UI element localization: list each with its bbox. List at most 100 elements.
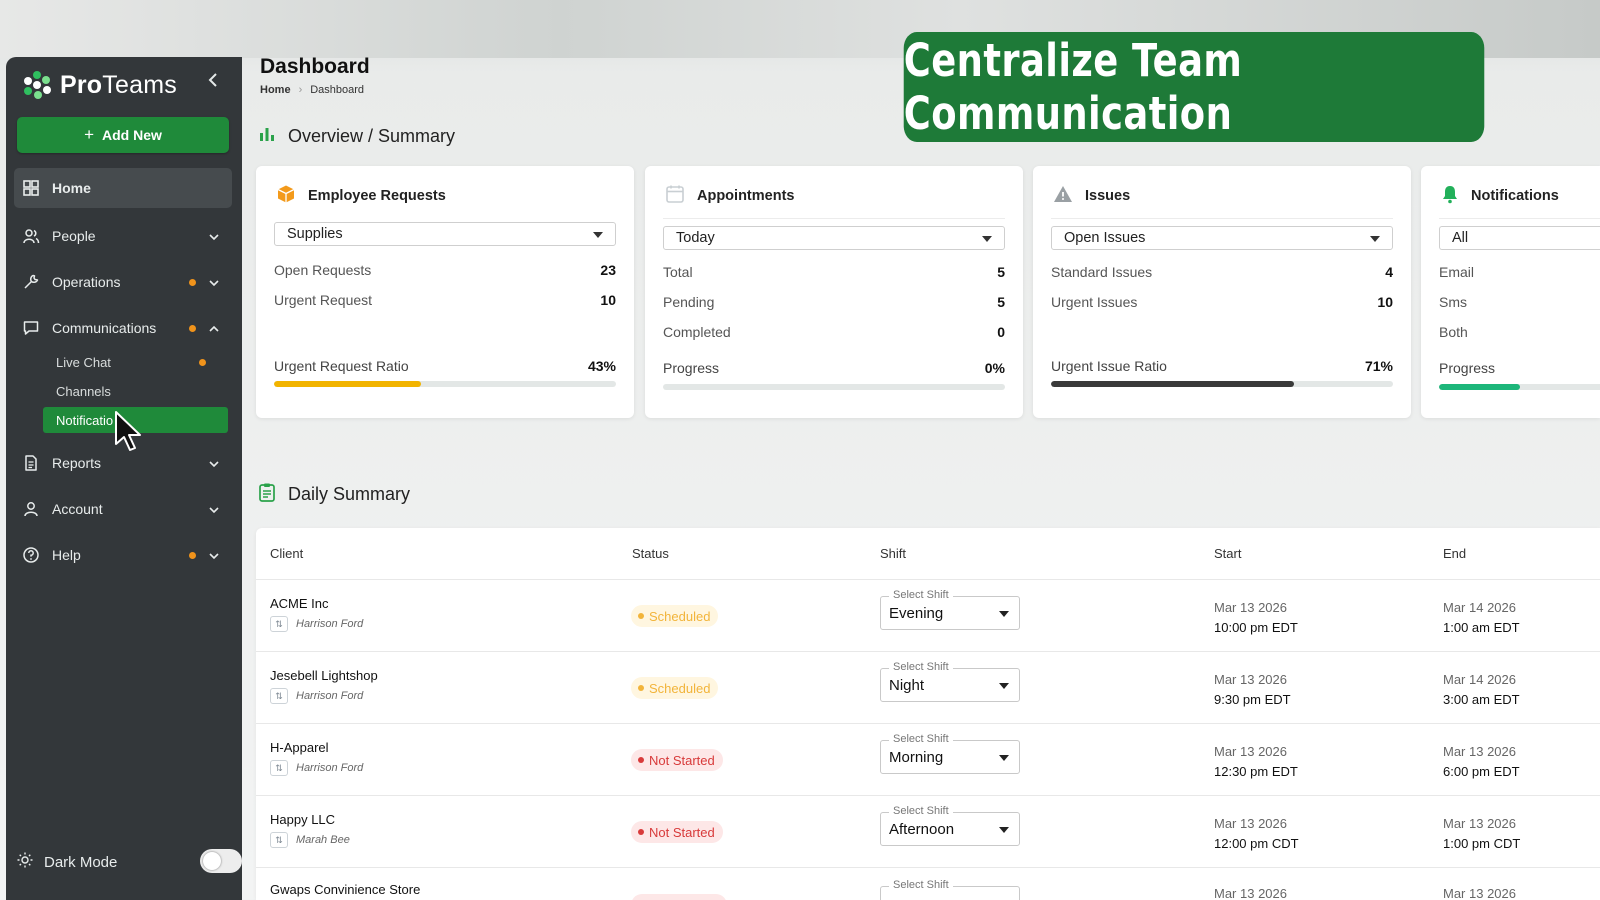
stat-row: Standard Issues 4 bbox=[1051, 264, 1393, 280]
ratio-row: Progress bbox=[1439, 360, 1582, 376]
end-time: 3:00 am EDT bbox=[1443, 692, 1520, 707]
sidebar-subitem-channels[interactable]: Channels bbox=[43, 378, 228, 404]
chevron-down-icon bbox=[208, 503, 220, 515]
shift-value: Evening bbox=[889, 604, 944, 622]
reassign-icon[interactable]: ⇅ bbox=[270, 760, 288, 776]
end-datetime: Mar 14 2026 3:00 am EDT bbox=[1443, 670, 1520, 710]
chevron-up-icon bbox=[208, 322, 220, 334]
start-date: Mar 13 2026 bbox=[1214, 816, 1287, 831]
table-row[interactable]: Happy LLC ⇅ Marah Bee Not Started Select … bbox=[256, 795, 1600, 867]
document-icon bbox=[22, 454, 40, 472]
collapse-sidebar-icon[interactable] bbox=[206, 71, 222, 91]
sidebar-item-people[interactable]: People bbox=[14, 216, 232, 256]
end-datetime: Mar 13 2026 1:00 pm CDT bbox=[1443, 814, 1520, 854]
card-title: Employee Requests bbox=[308, 188, 446, 204]
column-header-end[interactable]: End bbox=[1443, 546, 1466, 561]
table-row[interactable]: H-Apparel ⇅ Harrison Ford Not Started Sel… bbox=[256, 723, 1600, 795]
client-name[interactable]: H-Apparel bbox=[270, 740, 329, 755]
brand[interactable]: ProTeams bbox=[22, 65, 177, 105]
status-badge: Scheduled bbox=[631, 605, 719, 627]
add-new-button[interactable]: + Add New bbox=[17, 117, 229, 153]
client-name[interactable]: Gwaps Convinience Store bbox=[270, 882, 420, 897]
column-header-status[interactable]: Status bbox=[632, 546, 669, 561]
card-header: Appointments bbox=[665, 184, 794, 208]
stat-label: Both bbox=[1439, 324, 1468, 340]
sidebar-item-help[interactable]: Help bbox=[14, 535, 232, 575]
notifications-filter-select[interactable]: All bbox=[1439, 226, 1600, 250]
sun-icon bbox=[16, 851, 34, 873]
stat-label: Urgent Issues bbox=[1051, 294, 1138, 310]
select-value: Supplies bbox=[287, 226, 343, 242]
daily-summary-title: Daily Summary bbox=[288, 484, 411, 504]
shift-select[interactable]: Select Shift bbox=[880, 879, 1020, 900]
start-datetime: Mar 13 2026 bbox=[1214, 884, 1287, 900]
client-name[interactable]: Jesebell Lightshop bbox=[270, 668, 378, 683]
sidebar-item-account[interactable]: Account bbox=[14, 489, 232, 529]
promo-banner: Centralize Team Communication bbox=[903, 32, 1485, 142]
appointments-filter-select[interactable]: Today bbox=[663, 226, 1005, 250]
select-value: All bbox=[1452, 230, 1469, 246]
ratio-value: 0% bbox=[984, 360, 1005, 376]
shift-select[interactable]: Select Shift Afternoon bbox=[880, 805, 1020, 846]
stat-row: Sms bbox=[1439, 294, 1582, 310]
sidebar-item-label: Help bbox=[52, 547, 81, 563]
stat-value: 0 bbox=[997, 324, 1005, 340]
assignee-name: Harrison Ford bbox=[296, 762, 364, 774]
shift-value: Night bbox=[889, 676, 925, 694]
notification-dot bbox=[189, 324, 196, 332]
status-badge: Not Started bbox=[631, 749, 723, 771]
daily-summary-table: Client Status Shift Start End ACME Inc ⇅… bbox=[256, 528, 1600, 900]
shift-select[interactable]: Select Shift Night bbox=[880, 661, 1020, 702]
stat-value: 10 bbox=[600, 292, 616, 308]
progress-fill bbox=[1051, 381, 1294, 387]
column-header-shift[interactable]: Shift bbox=[880, 546, 906, 561]
chevron-down-icon bbox=[208, 276, 220, 288]
chevron-right-icon: › bbox=[298, 84, 303, 96]
sidebar-item-operations[interactable]: Operations bbox=[14, 262, 232, 302]
sidebar-item-label: Communications bbox=[52, 320, 157, 336]
client-name[interactable]: ACME Inc bbox=[270, 596, 329, 611]
column-header-client[interactable]: Client bbox=[270, 546, 303, 561]
start-time: 9:30 pm EDT bbox=[1214, 692, 1291, 707]
reassign-icon[interactable]: ⇅ bbox=[270, 832, 288, 848]
table-row[interactable]: Gwaps Convinience Store Select Shift Mar… bbox=[256, 867, 1600, 900]
stat-label: Urgent Request bbox=[274, 292, 373, 308]
sidebar-item-communications[interactable]: Communications bbox=[14, 308, 232, 348]
table-row[interactable]: Jesebell Lightshop ⇅ Harrison Ford Schedu… bbox=[256, 651, 1600, 723]
progress-fill bbox=[1439, 384, 1520, 390]
chevron-down-icon bbox=[208, 230, 220, 242]
daily-summary-heading: Daily Summary bbox=[258, 482, 410, 507]
help-icon bbox=[22, 546, 40, 564]
stat-row: Urgent Request 10 bbox=[274, 292, 616, 308]
stat-value: 10 bbox=[1377, 294, 1393, 310]
requests-filter-select[interactable]: Supplies bbox=[274, 222, 616, 246]
table-row[interactable]: ACME Inc ⇅ Harrison Ford Scheduled Select… bbox=[256, 579, 1600, 651]
caret-down-icon bbox=[1370, 236, 1380, 242]
stat-value: 5 bbox=[997, 294, 1005, 310]
shift-select[interactable]: Select Shift Morning bbox=[880, 733, 1020, 774]
sidebar-subitem-label: Live Chat bbox=[56, 354, 111, 370]
client-name[interactable]: Happy LLC bbox=[270, 812, 335, 827]
ratio-row: Urgent Request Ratio 43% bbox=[274, 358, 616, 374]
column-header-start[interactable]: Start bbox=[1214, 546, 1241, 561]
reassign-icon[interactable]: ⇅ bbox=[270, 688, 288, 704]
reassign-icon[interactable]: ⇅ bbox=[270, 616, 288, 632]
client-assignee: ⇅ Harrison Ford bbox=[270, 760, 363, 776]
chevron-down-icon bbox=[208, 549, 220, 561]
shift-select-label: Select Shift bbox=[889, 733, 953, 745]
issues-filter-select[interactable]: Open Issues bbox=[1051, 226, 1393, 250]
end-datetime: Mar 14 2026 1:00 am EDT bbox=[1443, 598, 1520, 638]
dark-mode-label: Dark Mode bbox=[44, 853, 118, 871]
end-date: Mar 13 2026 bbox=[1443, 744, 1516, 759]
sidebar: ProTeams + Add New Home People Operation… bbox=[6, 57, 242, 900]
ratio-value: 43% bbox=[587, 358, 616, 374]
assignee-name: Marah Bee bbox=[296, 834, 350, 846]
issues-card: Issues Open Issues Standard Issues 4 Urg… bbox=[1033, 166, 1411, 418]
sidebar-subitem-live-chat[interactable]: Live Chat bbox=[43, 349, 228, 375]
ratio-label: Progress bbox=[663, 360, 720, 376]
shift-select[interactable]: Select Shift Evening bbox=[880, 589, 1020, 630]
breadcrumb-home-link[interactable]: Home bbox=[260, 84, 291, 96]
sidebar-item-home[interactable]: Home bbox=[14, 168, 232, 208]
card-header: Employee Requests bbox=[276, 184, 446, 208]
dark-mode-toggle[interactable] bbox=[200, 849, 242, 873]
